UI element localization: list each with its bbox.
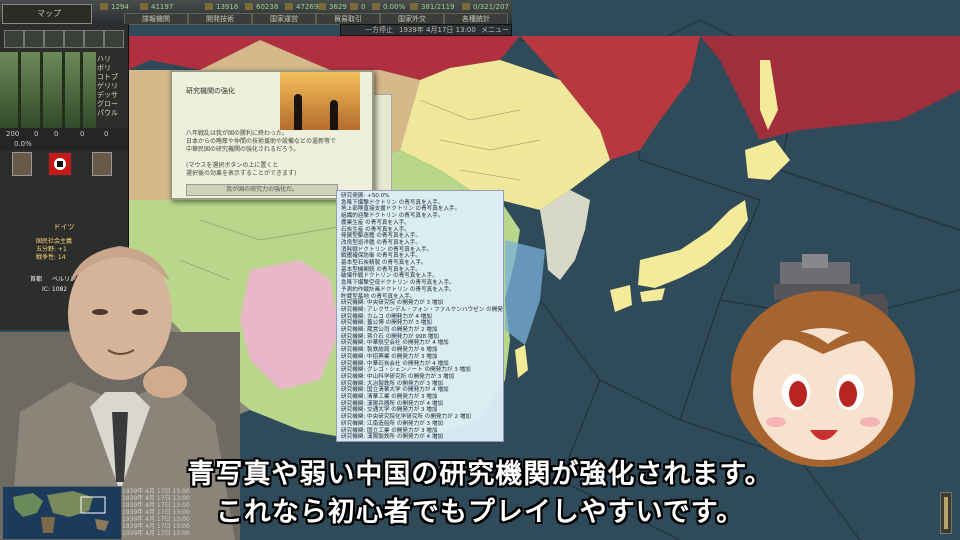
btn-politics[interactable]: 国家運営 — [252, 13, 316, 25]
date-bar: 一方停止 1939年 4月17日 13:00 メニュー — [340, 24, 512, 36]
event-effects-tooltip: 研究発展: +50.0% 急降下爆撃ドクトリン の青写真を入手。 地上部隊直接支援ド… — [336, 190, 504, 442]
log-entry: 1939年 4月 17日 13:00 — [122, 488, 190, 495]
side-option-7[interactable]: パウル — [97, 108, 118, 118]
resource-energy[interactable]: 1294 — [100, 3, 129, 12]
manpower-icon — [410, 3, 418, 10]
toolbar-air-button[interactable] — [44, 30, 64, 48]
country-name: ドイツ — [53, 223, 75, 231]
toolbar-unit-button[interactable] — [64, 30, 84, 48]
menu-button[interactable]: メニュー — [481, 25, 509, 35]
rare-material-icon — [205, 3, 213, 10]
metal-icon — [140, 3, 148, 10]
dissent-icon — [372, 3, 380, 10]
yukkuri-character — [731, 254, 915, 467]
resource-money[interactable]: 3629 — [318, 3, 347, 12]
map-mode-tab[interactable]: マップ — [2, 4, 92, 24]
scrollbar-thumb[interactable] — [944, 497, 948, 529]
event-option-button[interactable]: 我が国の研究力の強化だ。 — [186, 184, 338, 196]
top-resource-bar: マップ 1294 41197 13916 60238 47269 3629 0 … — [0, 0, 512, 25]
log-entry: 1939年 4月 17日 13:00 — [122, 502, 190, 509]
resource-transport[interactable]: 0 — [350, 3, 365, 12]
event-text-line: 中華民国の研究機関の強化されるだろう。 — [186, 146, 300, 153]
resource-rare[interactable]: 13916 — [205, 3, 238, 12]
energy-icon — [100, 3, 108, 10]
money-icon — [318, 3, 326, 10]
transport-icon — [350, 3, 358, 10]
oil-icon — [245, 3, 253, 10]
btn-intelligence[interactable]: 諜報機関 — [124, 13, 188, 25]
resource-supply[interactable]: 47269 — [285, 3, 318, 12]
toolbar-naval-button[interactable] — [24, 30, 44, 48]
toolbar-production-button[interactable] — [84, 30, 104, 48]
date-display: 1939年 4月17日 13:00 — [399, 26, 476, 34]
subtitle-line-1: 青写真や弱い中国の研究機関が強化されます。 — [187, 459, 773, 490]
tooltip-line: 研究機関: 漢陽製鉄所 の開発力が 4 増加 — [341, 434, 444, 441]
terrain-image — [0, 52, 96, 128]
log-scrollbar[interactable] — [940, 492, 952, 534]
btn-technology[interactable]: 開発技術 — [188, 13, 252, 25]
log-entry: 1939年 4月 17日 13:00 — [122, 530, 190, 537]
message-log: 1939年 4月 17日 13:00 1939年 4月 17日 13:00 19… — [122, 488, 262, 538]
leaders-area — [0, 142, 128, 206]
leader-portrait-right[interactable] — [92, 152, 112, 176]
resource-metal[interactable]: 41197 — [140, 3, 173, 12]
resource-dissent[interactable]: 0.00% — [372, 3, 405, 12]
event-window[interactable]: 研究機関の強化 八年戦乱は我が国の勝利に終わった。 日本からの略奪や仲間の技術援… — [170, 70, 374, 200]
supply-icon — [285, 3, 293, 10]
resource-oil[interactable]: 60238 — [245, 3, 278, 12]
log-entry: 1939年 4月 17日 13:00 — [122, 495, 190, 502]
minimap[interactable] — [2, 486, 122, 540]
event-title: 研究機関の強化 — [186, 87, 235, 95]
log-entry: 1939年 4月 17日 13:00 — [122, 516, 190, 523]
event-text-line: 選択後の効果を表示することができます) — [186, 170, 297, 177]
resource-units[interactable]: 0/321/207 — [462, 3, 509, 12]
germany-flag-icon[interactable] — [48, 152, 72, 176]
units-icon — [462, 3, 470, 10]
toolbar-filter-button[interactable] — [104, 30, 124, 48]
log-entry: 1939年 4月 17日 13:00 — [122, 523, 190, 530]
event-picture — [280, 72, 360, 130]
leader-portrait-left[interactable] — [12, 152, 32, 176]
resource-manpower[interactable]: 381/2119 — [410, 3, 455, 12]
map-tab-label: マップ — [37, 9, 61, 18]
log-entry: 1939年 4月 17日 13:00 — [122, 509, 190, 516]
toolbar-land-button[interactable] — [4, 30, 24, 48]
pause-button[interactable]: 一方停止 — [365, 25, 393, 35]
